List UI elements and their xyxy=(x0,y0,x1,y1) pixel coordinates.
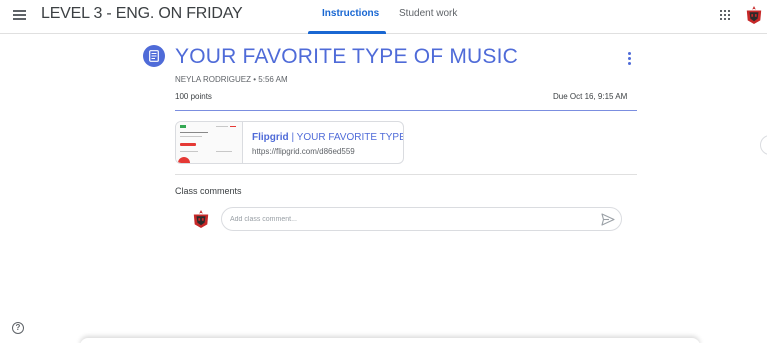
class-comments-label: Class comments xyxy=(175,186,242,196)
user-avatar-icon xyxy=(193,210,209,228)
assignment-title: YOUR FAVORITE TYPE OF MUSIC xyxy=(175,45,518,68)
due-date: Due Oct 16, 9:15 AM xyxy=(553,92,628,101)
attachment-card[interactable]: Flipgrid | YOUR FAVORITE TYPE https://fl… xyxy=(175,121,404,164)
author-name: NEYLA RODRIGUEZ xyxy=(175,75,252,84)
more-vert-icon[interactable] xyxy=(625,52,633,66)
tab-instructions[interactable]: Instructions xyxy=(322,8,379,19)
class-comment-input[interactable] xyxy=(230,211,590,227)
bottom-panel xyxy=(80,338,700,343)
class-title[interactable]: LEVEL 3 - ENG. ON FRIDAY xyxy=(41,5,243,23)
send-icon[interactable] xyxy=(601,213,615,226)
comments-divider xyxy=(175,174,637,175)
attachment-title[interactable]: Flipgrid | YOUR FAVORITE TYPE xyxy=(252,132,404,143)
help-icon[interactable]: ? xyxy=(12,322,24,334)
scroll-next-button[interactable] xyxy=(760,135,767,155)
posted-time: 5:56 AM xyxy=(258,75,288,84)
active-tab-indicator xyxy=(308,31,386,34)
attachment-url: https://flipgrid.com/d86ed559 xyxy=(252,147,355,156)
comment-box xyxy=(221,207,622,231)
attachment-title-text: | YOUR FAVORITE TYPE xyxy=(288,132,404,143)
author-line: NEYLA RODRIGUEZ • 5:56 AM xyxy=(175,75,288,84)
attachment-brand: Flipgrid xyxy=(252,132,289,143)
header-divider xyxy=(175,110,637,111)
tab-student-work[interactable]: Student work xyxy=(399,8,457,19)
attachment-thumbnail xyxy=(176,122,243,163)
google-apps-icon[interactable] xyxy=(720,10,730,20)
top-app-bar: LEVEL 3 - ENG. ON FRIDAY Instructions St… xyxy=(0,0,767,34)
hamburger-menu-icon[interactable] xyxy=(10,6,32,24)
account-avatar-icon[interactable] xyxy=(745,6,763,24)
assignment-icon xyxy=(143,45,165,67)
points-label: 100 points xyxy=(175,92,212,101)
